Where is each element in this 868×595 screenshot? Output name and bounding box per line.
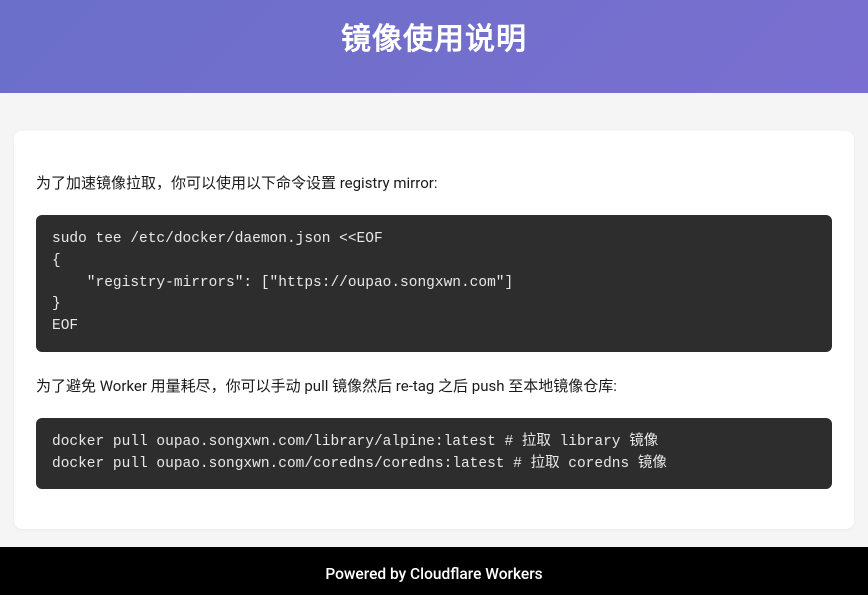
- code-block-docker-pull[interactable]: docker pull oupao.songxwn.com/library/al…: [36, 418, 832, 490]
- footer-text: Powered by Cloudflare Workers: [325, 565, 542, 583]
- page-footer: Powered by Cloudflare Workers: [0, 547, 868, 595]
- intro-text-2: 为了避免 Worker 用量耗尽，你可以手动 pull 镜像然后 re-tag …: [36, 374, 832, 398]
- code-block-registry-mirror[interactable]: sudo tee /etc/docker/daemon.json <<EOF {…: [36, 215, 832, 352]
- content-area: 为了加速镜像拉取，你可以使用以下命令设置 registry mirror: su…: [0, 93, 868, 529]
- page-title: 镜像使用说明: [0, 14, 868, 58]
- page-header: 镜像使用说明: [0, 0, 868, 93]
- instructions-card: 为了加速镜像拉取，你可以使用以下命令设置 registry mirror: su…: [14, 131, 854, 529]
- intro-text-1: 为了加速镜像拉取，你可以使用以下命令设置 registry mirror:: [36, 171, 832, 195]
